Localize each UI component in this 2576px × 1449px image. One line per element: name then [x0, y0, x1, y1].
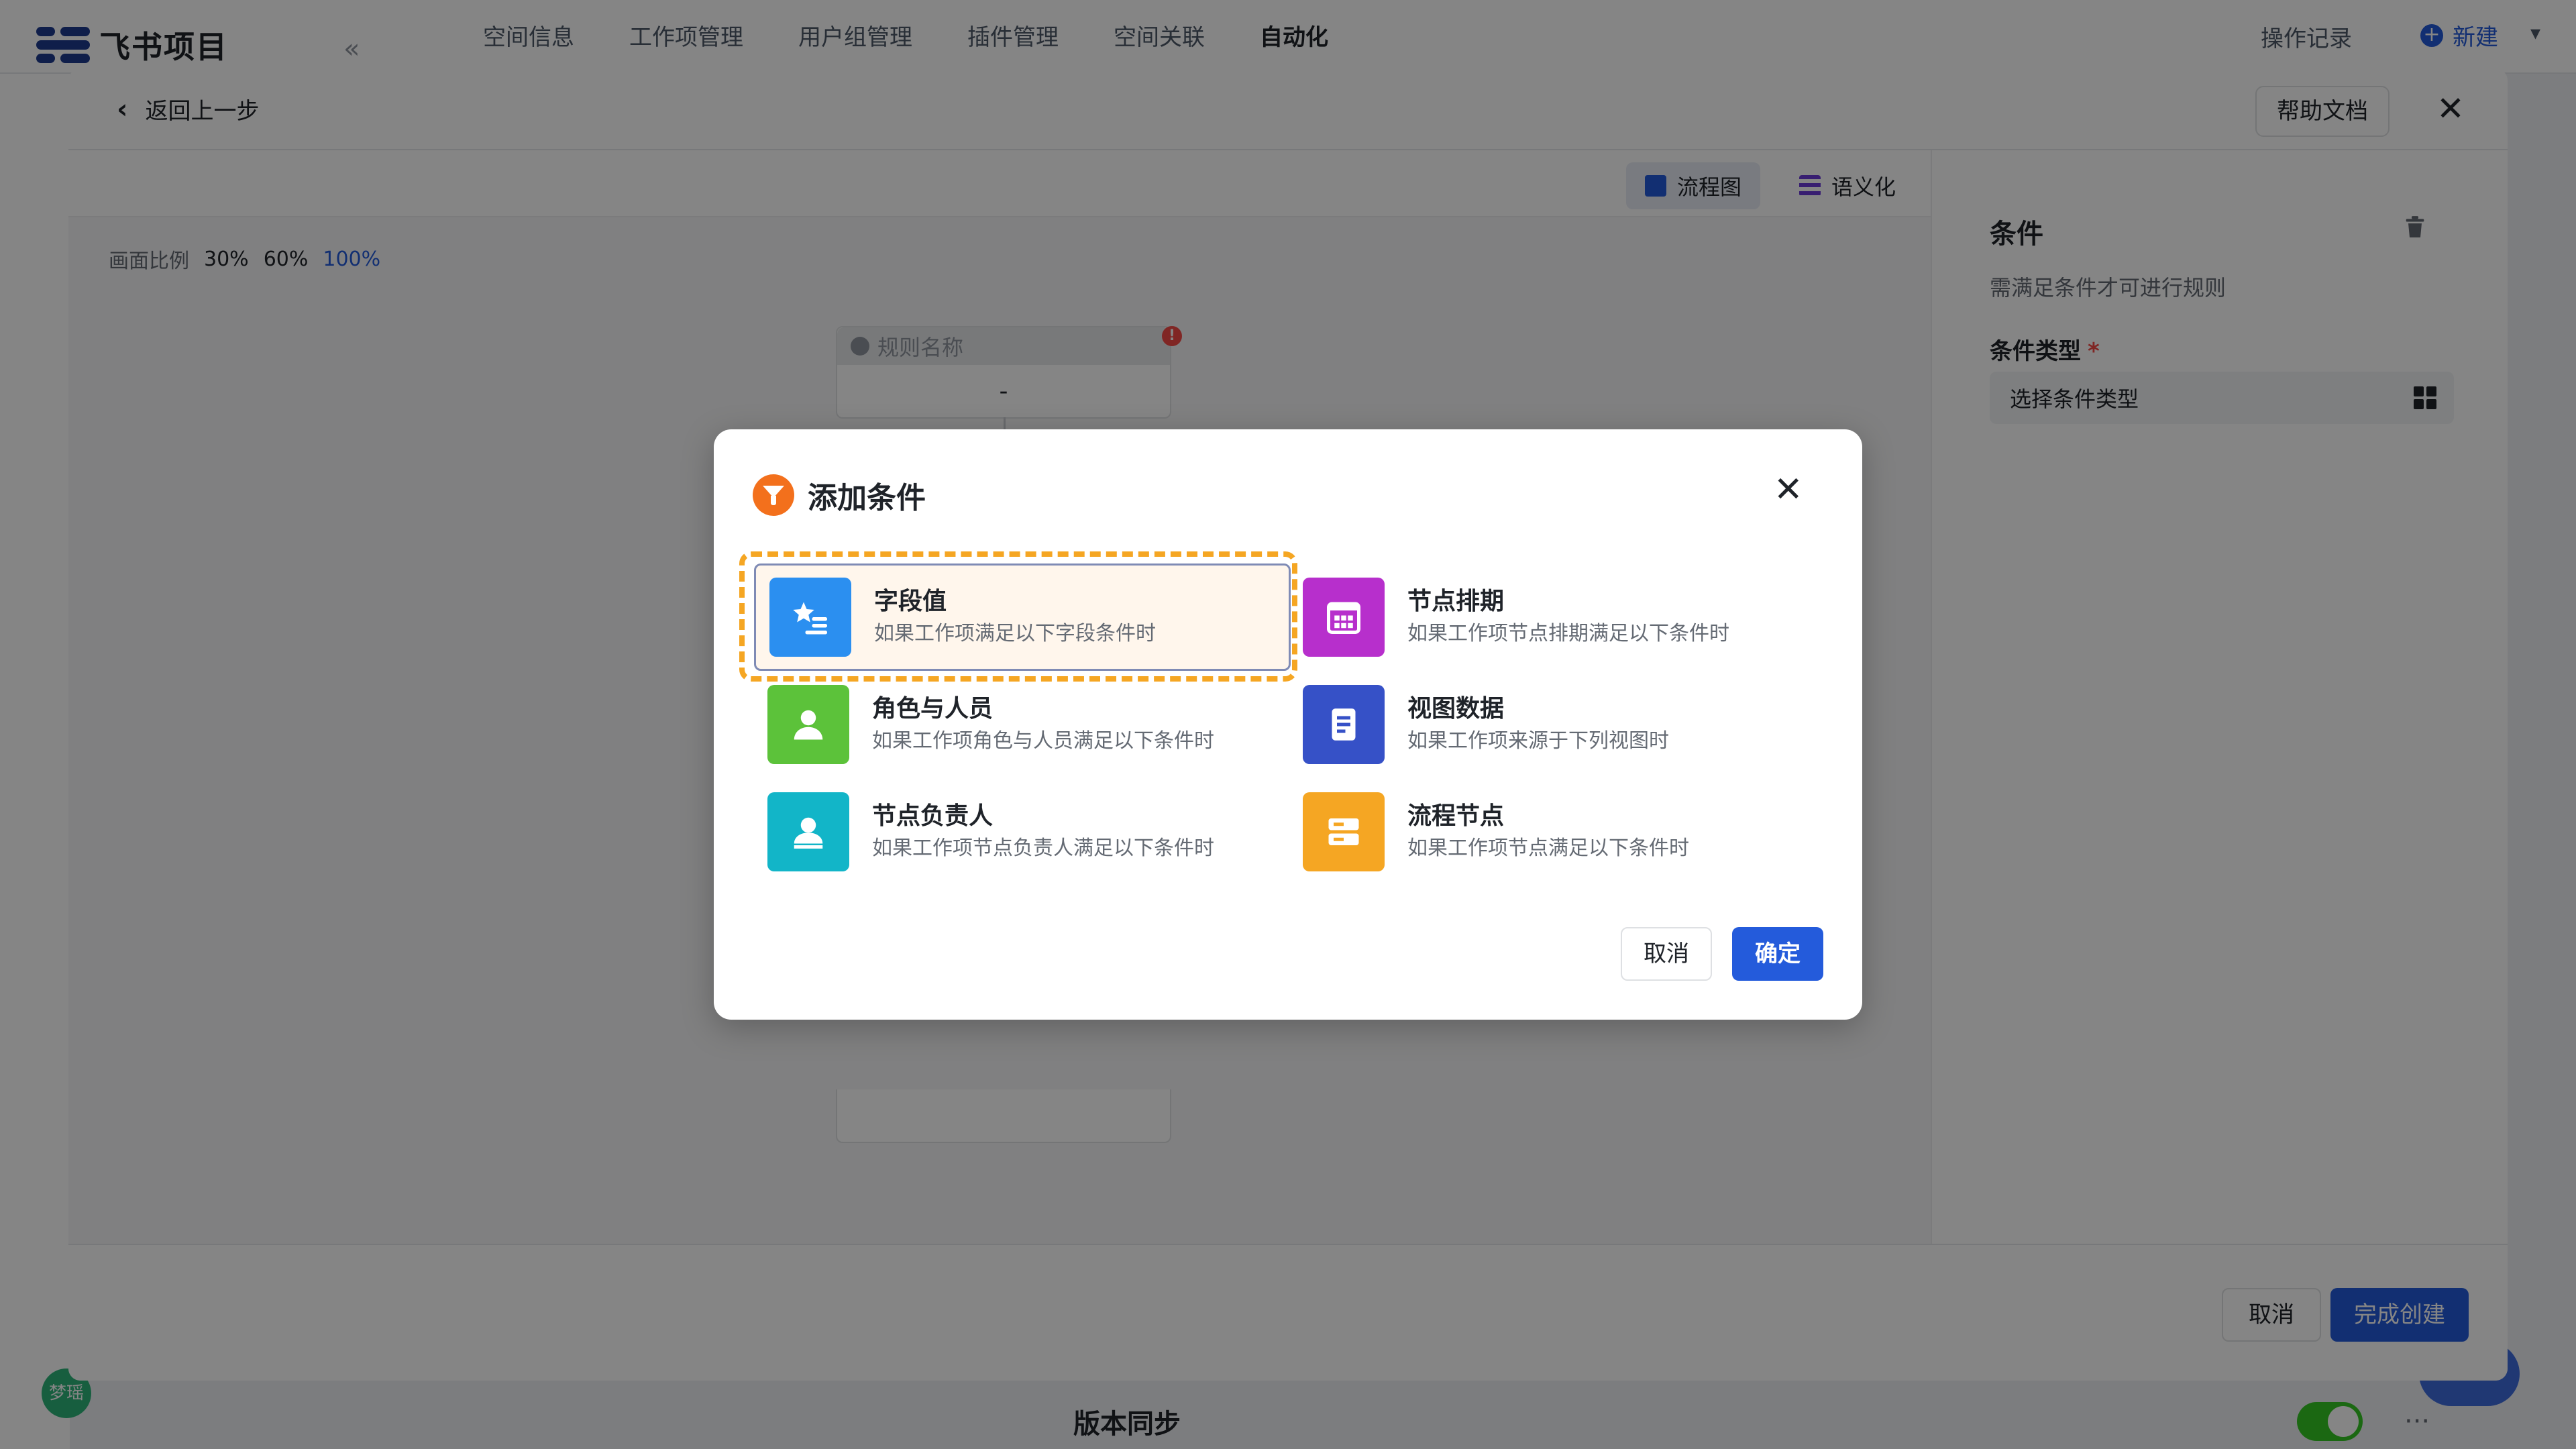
star-list-icon: [769, 578, 851, 657]
option-title: 节点负责人: [872, 802, 994, 830]
condition-option-node-owner[interactable]: 节点负责人 如果工作项节点负责人满足以下条件时: [754, 778, 1291, 885]
modal-cancel-button[interactable]: 取消: [1621, 927, 1712, 981]
document-icon: [1303, 685, 1385, 764]
option-desc: 如果工作项节点排期满足以下条件时: [1407, 622, 1729, 645]
filter-icon: [753, 474, 794, 516]
condition-option-view-data[interactable]: 视图数据 如果工作项来源于下列视图时: [1289, 671, 1826, 778]
option-title: 流程节点: [1407, 802, 1505, 830]
option-desc: 如果工作项节点满足以下条件时: [1407, 837, 1689, 860]
option-desc: 如果工作项来源于下列视图时: [1407, 729, 1669, 753]
condition-option-field-value[interactable]: 字段值 如果工作项满足以下字段条件时: [754, 564, 1291, 671]
option-title: 角色与人员: [872, 695, 994, 722]
option-desc: 如果工作项节点负责人满足以下条件时: [872, 837, 1214, 860]
modal-header: 添加条件: [753, 474, 926, 517]
modal-confirm-button[interactable]: 确定: [1732, 927, 1823, 981]
option-desc: 如果工作项角色与人员满足以下条件时: [872, 729, 1214, 753]
close-icon[interactable]: ✕: [1774, 471, 1803, 508]
option-desc: 如果工作项满足以下字段条件时: [874, 622, 1156, 645]
condition-option-flow-node[interactable]: 流程节点 如果工作项节点满足以下条件时: [1289, 778, 1826, 885]
person-badge-icon: [767, 792, 849, 871]
condition-option-node-schedule[interactable]: 节点排期 如果工作项节点排期满足以下条件时: [1289, 564, 1826, 671]
option-title: 节点排期: [1407, 588, 1505, 615]
server-node-icon: [1303, 792, 1385, 871]
modal-title: 添加条件: [808, 481, 926, 515]
option-title: 视图数据: [1407, 695, 1505, 722]
person-icon: [767, 685, 849, 764]
calendar-icon: [1303, 578, 1385, 657]
condition-option-role-person[interactable]: 角色与人员 如果工作项角色与人员满足以下条件时: [754, 671, 1291, 778]
add-condition-modal: 添加条件 ✕ 字段值 如果工作项满足以下字段条件时 节点排期 如果工作项节点排期…: [714, 429, 1862, 1020]
option-title: 字段值: [874, 588, 947, 615]
